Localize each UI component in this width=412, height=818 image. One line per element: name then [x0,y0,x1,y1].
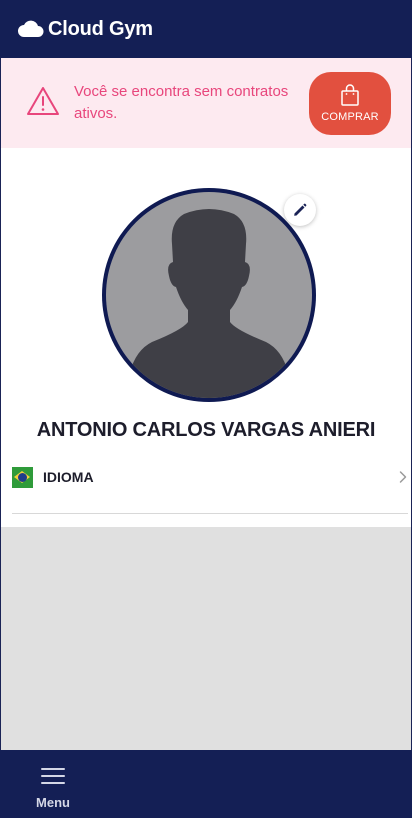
empty-content-area [1,527,411,750]
app-logo: Cloud Gym [17,18,153,41]
top-app-bar: Cloud Gym [0,0,412,58]
cloud-icon [18,20,44,37]
menu-button[interactable]: Menu [26,762,80,812]
pencil-icon [294,203,307,216]
avatar-image [106,192,312,398]
alert-message: Você se encontra sem contratos ativos. [74,83,289,122]
app-name: Cloud Gym [48,17,153,40]
menu-label: Menu [36,795,70,810]
buy-button[interactable]: COMPRAR [309,72,391,135]
shopping-bag-icon [341,84,359,106]
warning-triangle-icon [27,87,59,115]
hamburger-icon [41,768,65,784]
language-setting-row[interactable]: IDIOMA [12,460,408,494]
brazil-flag-icon [12,466,33,488]
chevron-right-icon [399,471,407,483]
person-silhouette-icon [126,209,292,398]
user-full-name: ANTONIO CARLOS VARGAS ANIERI [36,419,376,441]
profile-avatar[interactable] [102,188,316,402]
settings-divider [12,513,408,514]
buy-button-label: COMPRAR [321,111,379,123]
edit-avatar-button[interactable] [284,194,316,226]
language-label: IDIOMA [43,469,94,485]
